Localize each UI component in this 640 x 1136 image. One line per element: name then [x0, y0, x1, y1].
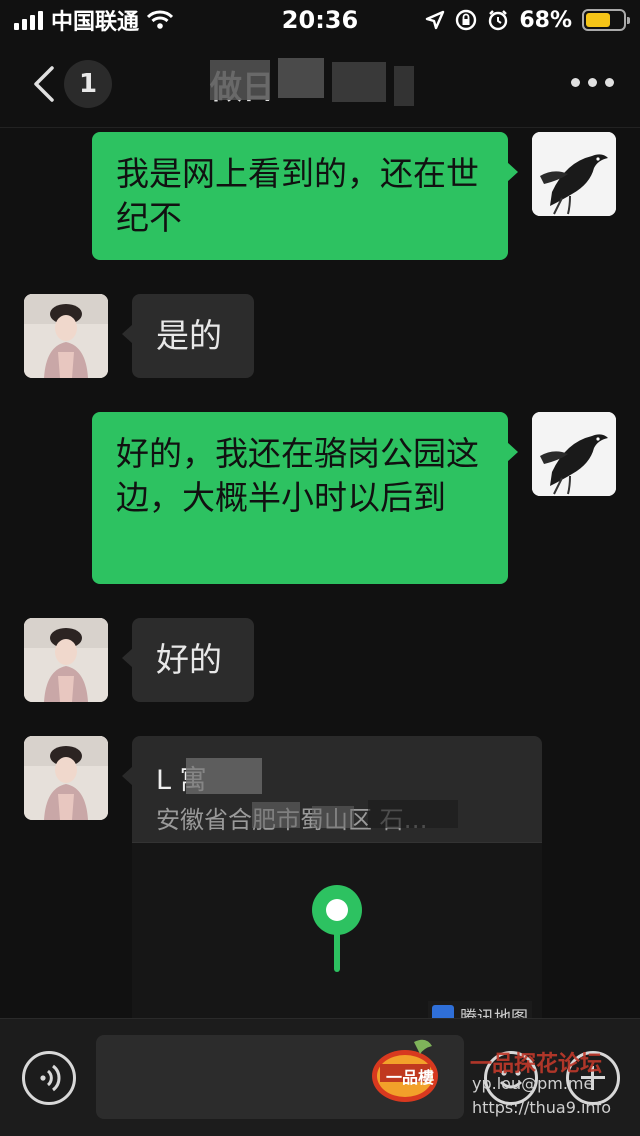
location-arrow-icon [426, 10, 445, 30]
avatar-self[interactable] [532, 412, 616, 496]
battery-icon [582, 9, 630, 31]
alarm-icon [489, 10, 508, 31]
chat-header: 1 做日 [0, 40, 640, 128]
watermark-url: https://thua9.info [472, 1098, 611, 1117]
carrier-name: 中国联通 [51, 10, 140, 35]
voice-icon[interactable] [22, 1051, 76, 1105]
message-bubble-outgoing[interactable]: 好的，我还在骆岗公园这边，大概半小时以后到 [92, 412, 518, 584]
status-left: 中国联通 [14, 4, 174, 36]
message-bubble-incoming[interactable]: 是的 [122, 294, 254, 378]
location-message-card[interactable]: L 寓 安徽省合肥市蜀山区 石… 腾讯地图 [132, 736, 542, 1036]
wifi-icon [147, 10, 174, 29]
avatar-contact[interactable] [24, 618, 108, 702]
more-icon[interactable] [571, 78, 614, 87]
title-mosaic [210, 58, 440, 110]
battery-percent: 68% [519, 7, 572, 33]
message-text: 好的 [156, 640, 222, 679]
location-map-preview[interactable]: 腾讯地图 [132, 842, 542, 1036]
address-mosaic [252, 802, 300, 828]
message-text: 好的，我还在骆岗公园这边，大概半小时以后到 [116, 434, 479, 517]
clock: 20:36 [281, 6, 359, 34]
watermark-email: yp.lou@pm.me [472, 1074, 594, 1093]
message-bubble-incoming[interactable]: 好的 [122, 618, 254, 702]
message-text: 是的 [156, 316, 222, 355]
watermark-logo: 一品樓 [370, 1034, 440, 1108]
status-bar: 中国联通 20:36 68% [0, 0, 640, 40]
name-mosaic [186, 758, 262, 794]
message-text: 我是网上看到的，还在世纪不 [116, 154, 479, 237]
unread-count-badge[interactable]: 1 [64, 60, 112, 108]
status-right: 68% [425, 7, 630, 33]
avatar-contact[interactable] [24, 294, 108, 378]
signal-icon [14, 10, 43, 30]
lady-avatar-image [24, 618, 108, 702]
address-mosaic [312, 806, 354, 828]
avatar-contact[interactable] [24, 736, 108, 820]
raven-avatar-image [532, 132, 616, 216]
lady-avatar-image [24, 736, 108, 820]
raven-avatar-image [532, 412, 616, 496]
battery-fill [586, 13, 611, 27]
address-mosaic [368, 800, 458, 828]
avatar-self[interactable] [532, 132, 616, 216]
map-pin-icon [312, 885, 362, 972]
orientation-lock-icon [456, 9, 477, 31]
lady-avatar-image [24, 294, 108, 378]
message-bubble-outgoing[interactable]: 我是网上看到的，还在世纪不 [92, 132, 518, 260]
